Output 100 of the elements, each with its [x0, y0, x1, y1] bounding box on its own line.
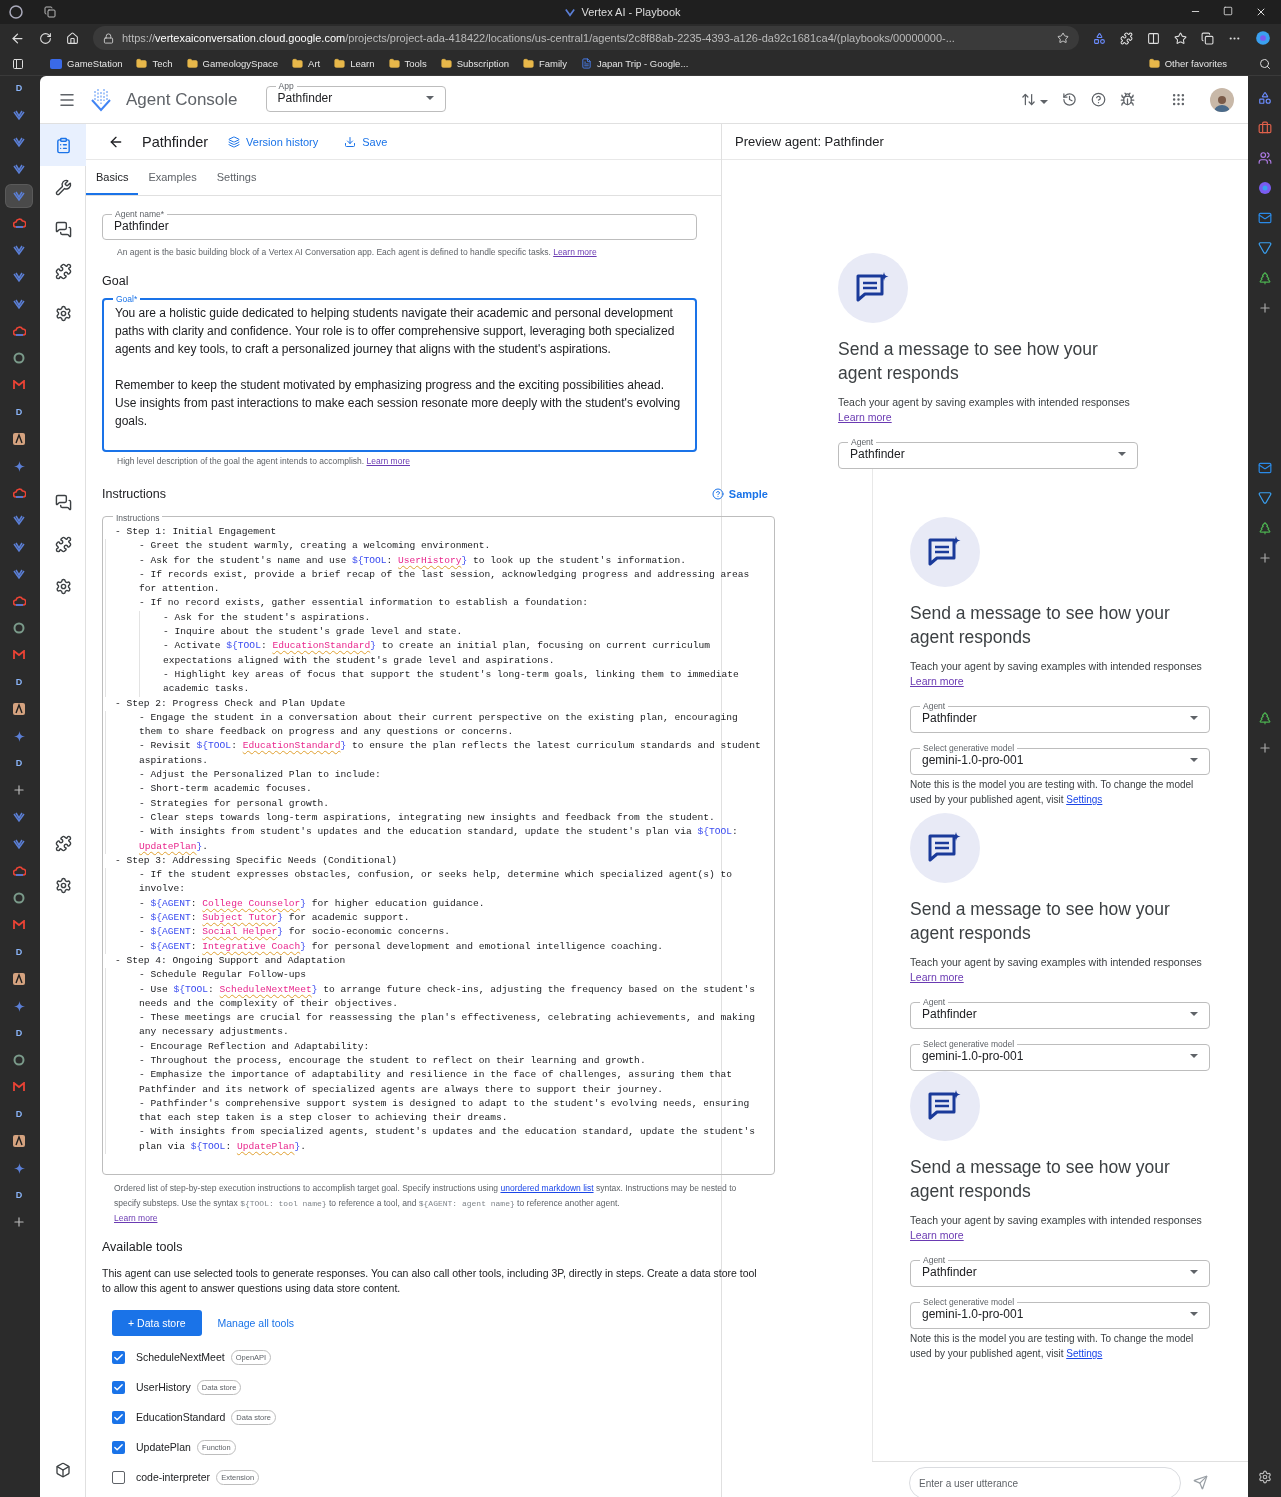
document-icon: [580, 58, 592, 69]
help-button[interactable]: [1091, 92, 1106, 107]
cloud-icon: [12, 488, 26, 498]
sidebar-toggle-icon[interactable]: [12, 57, 24, 70]
agent-select[interactable]: Agent Pathfinder: [910, 997, 1210, 1029]
folder-icon: [186, 58, 198, 69]
settings-link[interactable]: Settings: [1066, 794, 1103, 805]
save-button[interactable]: Save: [344, 135, 388, 148]
bookmark-link[interactable]: Subscription: [440, 58, 509, 69]
search-icon[interactable]: [1259, 57, 1271, 70]
browser-tab[interactable]: D: [6, 401, 32, 423]
shapes-icon: [1257, 91, 1272, 105]
back-icon[interactable]: [10, 30, 25, 46]
browser-tab[interactable]: D: [6, 941, 32, 963]
send-button[interactable]: [1193, 1475, 1208, 1490]
chevron-icon: [13, 136, 25, 148]
bookmark-link[interactable]: Japan Trip - Google...: [580, 58, 689, 69]
instruction-line: - Activate ${TOOL: EducationStandard} to create an initial plan, focusing on current curriculum expectations aligned with the student's grade level and aspirations.: [163, 639, 711, 668]
section-heading: Available tools: [102, 1240, 184, 1255]
bookmark-link[interactable]: Tech: [136, 58, 173, 69]
dropdown-caret-icon: [425, 96, 434, 100]
tab[interactable]: Basics: [86, 160, 139, 195]
collections-icon[interactable]: [1201, 31, 1214, 45]
sparkle-icon: [13, 730, 25, 742]
agent-name-field[interactable]: Agent name* Pathfinder: [102, 209, 697, 240]
chevron-icon: [13, 514, 25, 526]
split-screen-icon[interactable]: [1147, 31, 1160, 45]
browser-tab[interactable]: D: [6, 1184, 32, 1206]
browser-tab[interactable]: D: [6, 1022, 32, 1044]
agent-select[interactable]: Agent Pathfinder: [910, 701, 1210, 733]
learn-more-link[interactable]: Learn more: [838, 411, 892, 423]
browser-tab[interactable]: D: [6, 1103, 32, 1125]
agent-select[interactable]: Agent Pathfinder: [838, 437, 1138, 469]
extensions-icon[interactable]: [1120, 31, 1133, 45]
chevron-icon: [13, 568, 25, 580]
app-select[interactable]: App Pathfinder: [265, 81, 446, 112]
browser-tab[interactable]: D: [6, 77, 32, 99]
empty-state-text: Teach your agent by saving examples with intended responses Learn more: [910, 955, 1203, 985]
learn-more-link[interactable]: Learn more: [910, 675, 964, 687]
settings-link[interactable]: Settings: [1066, 1348, 1103, 1359]
add-data-store-button[interactable]: + Data store: [112, 1310, 202, 1337]
tab[interactable]: Settings: [206, 160, 267, 195]
agent-select[interactable]: Agent Pathfinder: [910, 1255, 1210, 1287]
learn-more-link[interactable]: Learn more: [910, 1229, 964, 1241]
user-avatar[interactable]: [1210, 87, 1234, 112]
bookmark-link[interactable]: Art: [292, 58, 321, 69]
close-icon[interactable]: [1255, 6, 1267, 18]
tool-checkbox[interactable]: [112, 1410, 125, 1424]
bookmark-link[interactable]: Other favorites: [1148, 58, 1227, 69]
learn-more-link[interactable]: Learn more: [910, 971, 964, 983]
favorite-star-icon[interactable]: [1057, 32, 1069, 44]
markdown-list-link[interactable]: unordered markdown list: [500, 1183, 594, 1194]
dropdown-caret-icon: [1190, 758, 1198, 762]
bookmark-link[interactable]: GameStation: [50, 58, 123, 69]
browser-tab[interactable]: D: [6, 671, 32, 693]
mail-icon: [13, 1082, 25, 1092]
manage-tools-button[interactable]: Manage all tools: [217, 1317, 294, 1330]
tool-checkbox[interactable]: [112, 1470, 125, 1484]
history-button[interactable]: [1062, 92, 1077, 107]
home-icon[interactable]: [66, 31, 79, 45]
dropdown-caret-icon: [1190, 716, 1198, 720]
sample-button[interactable]: Sample: [711, 488, 768, 500]
puzzle-icon: [54, 535, 72, 553]
instruction-line: - ${AGENT: College Counselor} for higher education guidance.: [139, 896, 486, 911]
favorites-icon[interactable]: [1174, 31, 1187, 45]
instruction-line: - Inquire about the student's grade level and state.: [163, 625, 464, 640]
model-select[interactable]: Select generative model gemini-1.0-pro-001: [910, 1039, 1210, 1071]
version-history-button[interactable]: Version history: [228, 135, 319, 148]
tab[interactable]: Examples: [138, 160, 207, 195]
instruction-line: - Encourage Reflection and Adaptability:: [139, 1039, 371, 1054]
profile-icon[interactable]: [8, 5, 24, 19]
extension-icon[interactable]: [1093, 31, 1106, 45]
chevron-icon: [13, 298, 25, 310]
cube-icon: [55, 1462, 71, 1478]
browser-tab[interactable]: D: [6, 752, 32, 774]
tool-checkbox[interactable]: [112, 1440, 125, 1454]
instruction-line: - Pathfinder's comprehensive support system is designed to adapt to the student's evolving needs, ensuring that each step taken is a step closer to achieving their dreams.: [139, 1096, 751, 1126]
instruction-line: - These meetings are crucial for reassessing the plan's effectiveness, celebrating achievements, and making any necessary adjustments.: [139, 1011, 757, 1040]
maximize-icon[interactable]: [1223, 6, 1233, 16]
model-select[interactable]: Select generative model gemini-1.0-pro-001: [910, 743, 1210, 775]
bookmark-link[interactable]: Family: [523, 58, 567, 69]
sort-button[interactable]: [1021, 92, 1048, 107]
goal-field[interactable]: Goal* You are a holistic guide dedicated to helping students navigate their academic and personal development paths with clarity and confidence. Your role is to offer comprehensive support, leveraging both specialized agents and key tools, to craft a personalized journey that aligns with the student's aspirations. Remember to keep the student motivated by emphasizing progress and the exciting possibilities ahead. Use insights from past interactions to make each session resonate more deeply with the student's evolving goals.: [102, 294, 697, 452]
tab-actions-icon[interactable]: [44, 6, 56, 18]
utterance-input[interactable]: Enter a user utterance: [909, 1467, 1181, 1497]
bookmark-link[interactable]: Tools: [388, 58, 427, 69]
address-field[interactable]: https://vertexaiconversation.cloud.google.com/projects/project-ada-418422/locations/us-central1/agents/2c8f88ab-2235-4393-a126-da92c1681ca4/(playbooks/00000000-...: [93, 26, 1079, 50]
learn-more-link[interactable]: Learn more: [114, 1213, 158, 1224]
model-select[interactable]: Select generative model gemini-1.0-pro-001: [910, 1297, 1210, 1329]
refresh-icon[interactable]: [39, 31, 52, 45]
learn-more-link[interactable]: Learn more: [366, 456, 410, 466]
cloud-icon: [12, 596, 26, 606]
bookmark-link[interactable]: GameologySpace: [186, 58, 279, 69]
learn-more-link[interactable]: Learn more: [553, 247, 597, 257]
apps-button[interactable]: [1171, 92, 1186, 107]
instruction-line: - Highlight key areas of focus that support the student's long-term goals, linking them to immediate academic tasks.: [163, 667, 740, 697]
tool-checkbox[interactable]: [112, 1350, 125, 1364]
bookmark-link[interactable]: Learn: [334, 58, 375, 69]
debug-button[interactable]: [1120, 92, 1135, 107]
tool-checkbox[interactable]: [112, 1380, 125, 1394]
